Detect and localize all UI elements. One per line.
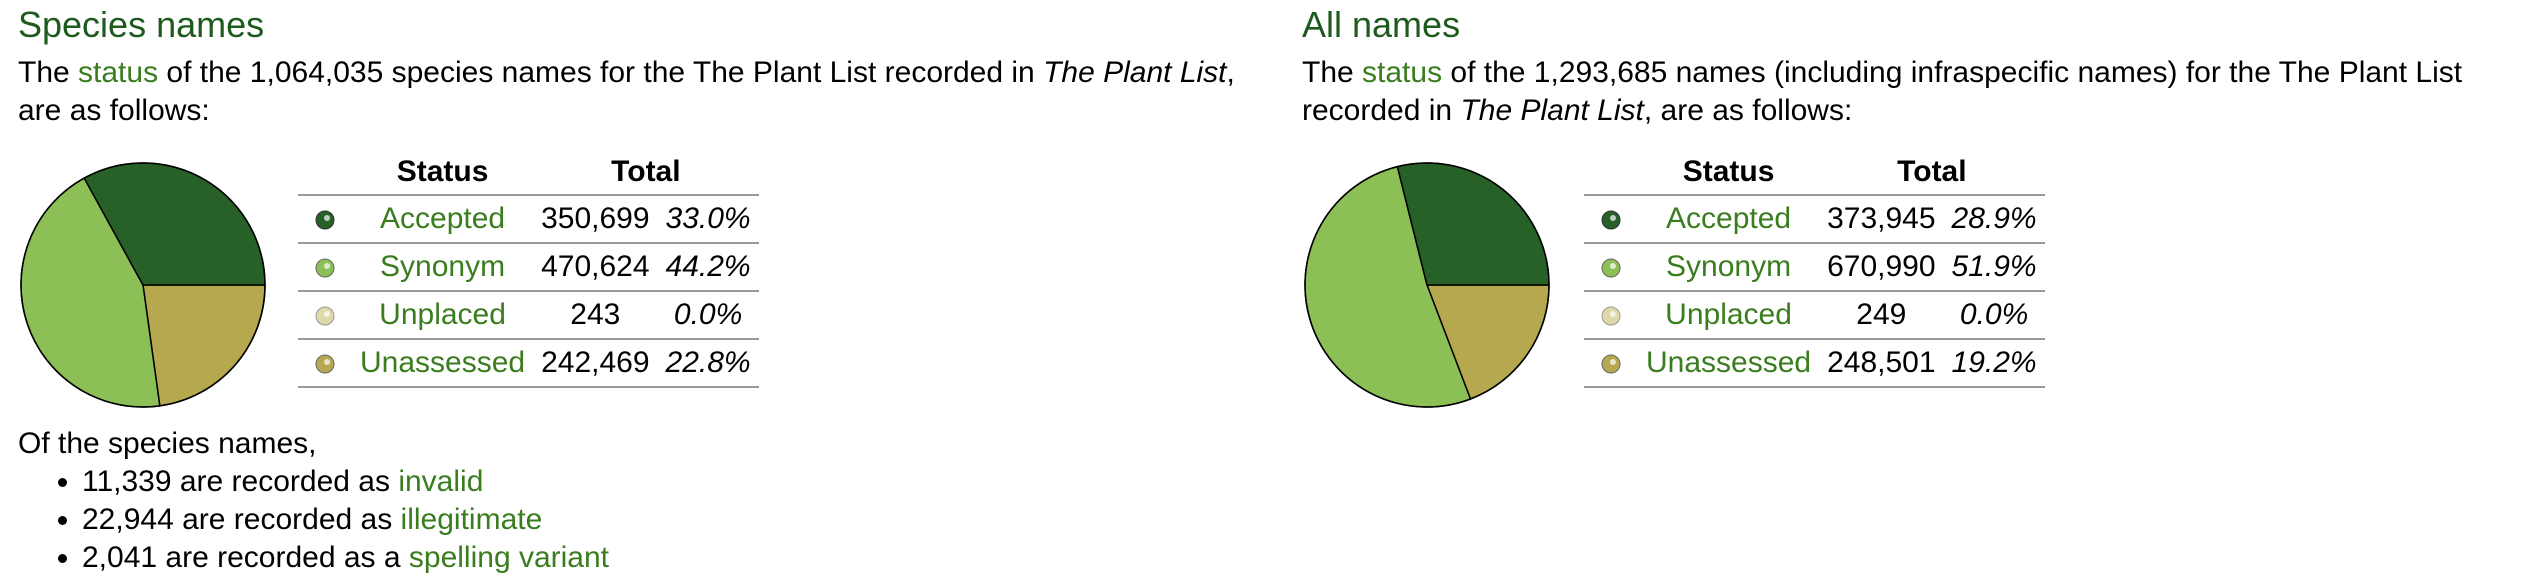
pie-slice-unassessed	[142, 284, 266, 407]
percent-value: 28.9%	[1943, 194, 2045, 243]
percent-value: 0.0%	[1943, 290, 2045, 339]
spelling-variant-link[interactable]: spelling variant	[409, 541, 609, 574]
all-names-heading: All names	[1302, 4, 1461, 45]
table-header-row: Status Total	[298, 150, 759, 195]
unassessed-bullet-icon	[315, 354, 335, 374]
illegitimate-link[interactable]: illegitimate	[401, 503, 543, 536]
percent-value: 44.2%	[657, 242, 759, 291]
status-column-header: Status	[1682, 155, 1775, 188]
table-row: Accepted 373,945 28.9%	[1584, 194, 2045, 243]
species-names-notes: Of the species names, 11,339 are recorde…	[18, 425, 609, 577]
unassessed-bullet-icon	[1601, 354, 1621, 374]
total-value: 243	[533, 290, 658, 339]
status-label-accepted[interactable]: Accepted	[1638, 194, 1820, 243]
total-value: 350,699	[533, 194, 658, 243]
percent-value: 0.0%	[657, 290, 759, 339]
notes-list: 11,339 are recorded as invalid 22,944 ar…	[18, 463, 609, 577]
percent-value: 51.9%	[1943, 242, 2045, 291]
invalid-link[interactable]: invalid	[398, 465, 483, 498]
unplaced-bullet-icon	[315, 306, 335, 326]
total-value: 470,624	[533, 242, 658, 291]
unplaced-bullet-icon	[1601, 306, 1621, 326]
percent-value: 19.2%	[1943, 338, 2045, 388]
table-row: Unplaced 249 0.0%	[1584, 290, 2045, 339]
total-value: 670,990	[1819, 242, 1944, 291]
status-column-header: Status	[396, 155, 489, 188]
total-value: 373,945	[1819, 194, 1944, 243]
percent-value: 33.0%	[657, 194, 759, 243]
synonym-bullet-icon	[1601, 258, 1621, 278]
status-label-unplaced[interactable]: Unplaced	[1638, 290, 1820, 339]
table-row: Synonym 670,990 51.9%	[1584, 242, 2045, 291]
total-value: 249	[1819, 290, 1944, 339]
all-names-status-pie-chart	[1304, 162, 1550, 408]
list-item: 11,339 are recorded as invalid	[82, 463, 609, 501]
status-label-unassessed[interactable]: Unassessed	[1638, 338, 1820, 388]
status-label-synonym[interactable]: Synonym	[352, 242, 534, 291]
total-column-header: Total	[611, 155, 681, 188]
total-value: 242,469	[533, 338, 658, 388]
status-label-unassessed[interactable]: Unassessed	[352, 338, 534, 388]
species-status-pie-chart	[20, 162, 266, 408]
table-header-row: Status Total	[1584, 150, 2045, 195]
all-names-intro: The status of the 1,293,685 names (inclu…	[1302, 56, 2463, 127]
accepted-bullet-icon	[1601, 210, 1621, 230]
accepted-bullet-icon	[315, 210, 335, 230]
table-row: Unassessed 248,501 19.2%	[1584, 338, 2045, 388]
list-item: 22,944 are recorded as illegitimate	[82, 501, 609, 539]
status-label-unplaced[interactable]: Unplaced	[352, 290, 534, 339]
status-label-synonym[interactable]: Synonym	[1638, 242, 1820, 291]
status-label-accepted[interactable]: Accepted	[352, 194, 534, 243]
total-value: 248,501	[1819, 338, 1944, 388]
notes-lead: Of the species names,	[18, 427, 317, 460]
percent-value: 22.8%	[657, 338, 759, 388]
table-row: Accepted 350,699 33.0%	[298, 194, 759, 243]
all-names-status-table: Status Total Accepted 373,945 28.9% Syno…	[1584, 150, 2045, 388]
table-row: Unassessed 242,469 22.8%	[298, 338, 759, 388]
total-column-header: Total	[1897, 155, 1967, 188]
table-row: Synonym 470,624 44.2%	[298, 242, 759, 291]
status-link[interactable]: status	[78, 56, 158, 89]
status-link[interactable]: status	[1362, 56, 1442, 89]
synonym-bullet-icon	[315, 258, 335, 278]
table-row: Unplaced 243 0.0%	[298, 290, 759, 339]
species-status-table: Status Total Accepted 350,699 33.0% Syno…	[298, 150, 759, 388]
species-names-heading: Species names	[18, 4, 265, 45]
species-names-intro: The status of the 1,064,035 species name…	[18, 56, 1235, 127]
list-item: 2,041 are recorded as a spelling variant	[82, 539, 609, 577]
